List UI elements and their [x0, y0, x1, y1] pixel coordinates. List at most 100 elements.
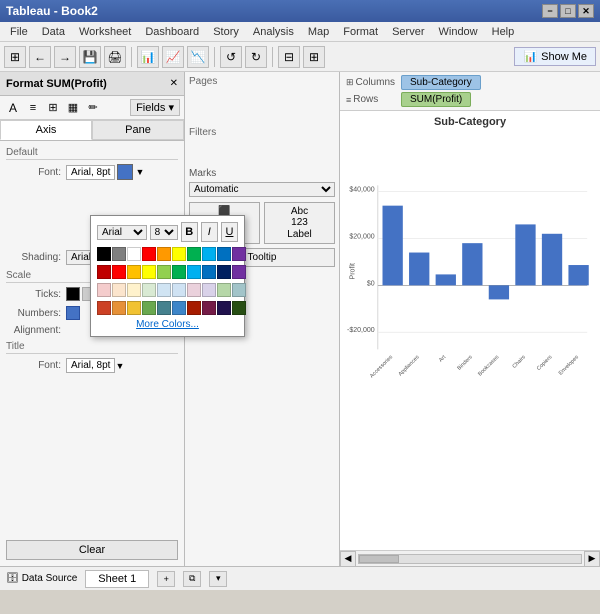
show-me-button[interactable]: 📊 Show Me: [514, 47, 596, 66]
color-black[interactable]: [97, 247, 111, 261]
bar-art[interactable]: [436, 274, 456, 285]
fmt-align-btn[interactable]: ≡: [24, 99, 42, 117]
menu-story[interactable]: Story: [207, 24, 245, 40]
bar-appliances[interactable]: [409, 253, 429, 286]
maximize-button[interactable]: □: [560, 4, 576, 18]
menu-file[interactable]: File: [4, 24, 34, 40]
color-white[interactable]: [127, 247, 141, 261]
bar-copiers[interactable]: [542, 234, 562, 286]
fmt-border-btn[interactable]: ⊞: [44, 99, 62, 117]
toolbar-refresh-btn[interactable]: ↺: [220, 46, 242, 68]
popup-font-select[interactable]: Arial: [97, 225, 147, 240]
color-lime[interactable]: [157, 265, 171, 279]
color-popup: Arial 8 B I U: [90, 215, 184, 337]
sub-category-pill[interactable]: Sub-Category: [401, 75, 481, 90]
bold-button[interactable]: B: [181, 222, 184, 242]
columns-shelf-label: ⊞ Columns: [346, 77, 396, 88]
color-yellow1[interactable]: [172, 247, 184, 261]
data-source-tab[interactable]: 🗄 Data Source: [6, 573, 77, 584]
numbers-color[interactable]: [66, 306, 80, 320]
sum-profit-pill[interactable]: SUM(Profit): [401, 92, 471, 107]
font-drop-arrow[interactable]: ▼: [135, 167, 144, 177]
marks-type-select[interactable]: Automatic: [189, 182, 335, 197]
fmt-edit-btn[interactable]: ✏: [84, 99, 102, 117]
more-colors-link[interactable]: More Colors...: [97, 319, 184, 330]
fmt-shading-btn[interactable]: ▦: [64, 99, 82, 117]
title-font-arrow[interactable]: ▼: [115, 361, 124, 371]
color-red2[interactable]: [112, 265, 126, 279]
menu-bar: File Data Worksheet Dashboard Story Anal…: [0, 22, 600, 42]
color-cream[interactable]: [127, 283, 141, 297]
toolbar-filter-btn[interactable]: ⊟: [278, 46, 300, 68]
toolbar-save-btn[interactable]: 💾: [79, 46, 101, 68]
color-yellow2[interactable]: [142, 265, 156, 279]
bar-bookcases[interactable]: [489, 285, 509, 299]
ticks-color[interactable]: [66, 287, 80, 301]
color-darkred[interactable]: [97, 265, 111, 279]
color-gray[interactable]: [112, 247, 126, 261]
font-color-box[interactable]: [117, 164, 133, 180]
toolbar-refresh2-btn[interactable]: ↻: [245, 46, 267, 68]
toolbar-forward-btn[interactable]: →: [54, 46, 76, 68]
bar-binders[interactable]: [462, 243, 482, 285]
color-cobalt[interactable]: [172, 301, 184, 315]
menu-server[interactable]: Server: [386, 24, 430, 40]
color-brick[interactable]: [97, 301, 111, 315]
bar-accessories[interactable]: [383, 206, 403, 286]
sheet1-tab[interactable]: Sheet 1: [85, 570, 149, 588]
menu-format[interactable]: Format: [337, 24, 384, 40]
fmt-font-btn[interactable]: A: [4, 99, 22, 117]
format-panel-close[interactable]: ✕: [170, 78, 178, 89]
scroll-thumb[interactable]: [359, 555, 399, 563]
close-button[interactable]: ✕: [578, 4, 594, 18]
color-teal[interactable]: [157, 301, 171, 315]
new-sheet-btn[interactable]: +: [157, 571, 175, 587]
color-red1[interactable]: [142, 247, 156, 261]
menu-data[interactable]: Data: [36, 24, 71, 40]
bar-chairs[interactable]: [515, 224, 535, 285]
scroll-track[interactable]: [358, 554, 582, 564]
toolbar-chart2-btn[interactable]: 📈: [162, 46, 184, 68]
color-green2[interactable]: [172, 265, 184, 279]
color-peach[interactable]: [112, 283, 126, 297]
tab-pane[interactable]: Pane: [92, 120, 184, 140]
scroll-left-btn[interactable]: ◀: [340, 551, 356, 567]
color-burnt[interactable]: [112, 301, 126, 315]
clear-button[interactable]: Clear: [6, 540, 178, 560]
color-pink-light[interactable]: [97, 283, 111, 297]
filters-label: Filters: [189, 127, 335, 138]
toolbar-group-btn[interactable]: ⊞: [303, 46, 325, 68]
toolbar-chart-btn[interactable]: 📊: [137, 46, 159, 68]
fields-button[interactable]: Fields ▾: [130, 99, 180, 116]
menu-map[interactable]: Map: [302, 24, 335, 40]
menu-help[interactable]: Help: [486, 24, 521, 40]
toolbar-chart3-btn[interactable]: 📉: [187, 46, 209, 68]
color-grid-3: [97, 283, 184, 297]
toolbar-print-btn[interactable]: 🖨: [104, 46, 126, 68]
menu-window[interactable]: Window: [433, 24, 484, 40]
scroll-right-btn[interactable]: ▶: [584, 551, 600, 567]
filters-section: Filters: [189, 127, 335, 138]
menu-analysis[interactable]: Analysis: [247, 24, 300, 40]
minimize-button[interactable]: −: [542, 4, 558, 18]
color-forest[interactable]: [142, 301, 156, 315]
popup-size-select[interactable]: 8: [150, 225, 178, 240]
toolbar-new-btn[interactable]: ⊞: [4, 46, 26, 68]
color-mint[interactable]: [142, 283, 156, 297]
color-amber[interactable]: [127, 265, 141, 279]
title-bar: Tableau - Book2 − □ ✕: [0, 0, 600, 22]
toolbar-back-btn[interactable]: ←: [29, 46, 51, 68]
menu-dashboard[interactable]: Dashboard: [139, 24, 205, 40]
color-pale-blue[interactable]: [157, 283, 171, 297]
sheet-list-btn[interactable]: ▾: [209, 571, 227, 587]
color-gold[interactable]: [127, 301, 141, 315]
color-orange1[interactable]: [157, 247, 171, 261]
rows-row: ≡ Rows SUM(Profit): [346, 92, 594, 107]
color-ice[interactable]: [172, 283, 184, 297]
menu-worksheet[interactable]: Worksheet: [73, 24, 137, 40]
color-grid-1: [97, 247, 184, 261]
duplicate-sheet-btn[interactable]: ⧉: [183, 571, 201, 587]
bar-envelopes[interactable]: [568, 265, 588, 285]
tab-axis[interactable]: Axis: [0, 120, 92, 140]
marks-label-btn[interactable]: Abc123 Label: [264, 202, 335, 244]
